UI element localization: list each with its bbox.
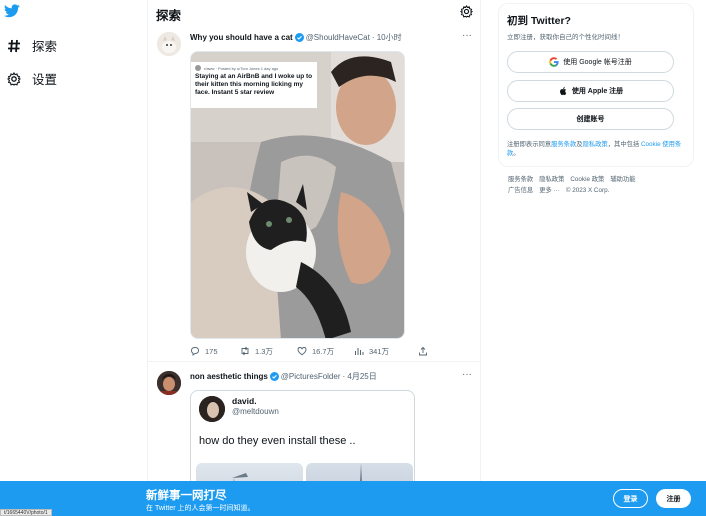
signup-title: 初到 Twitter? bbox=[507, 15, 571, 27]
more-options-icon[interactable]: ··· bbox=[462, 30, 472, 41]
page-title: 探索 bbox=[156, 9, 182, 23]
reply-button[interactable]: 175 bbox=[190, 346, 218, 356]
tweet-time[interactable]: · 10小时 bbox=[372, 32, 402, 43]
retweet-count: 1.3万 bbox=[255, 346, 273, 356]
nav-settings-label: 设置 bbox=[32, 73, 58, 87]
footer-links: 服务条款 隐私政策 Cookie 政策 辅助功能 广告信息 更多 ··· © 2023 X… bbox=[508, 174, 688, 196]
google-signup-button[interactable]: 使用 Google 帐号注册 bbox=[507, 51, 674, 73]
footer-link-privacy[interactable]: 隐私政策 bbox=[539, 176, 564, 183]
quoted-avatar[interactable] bbox=[199, 396, 225, 422]
quoted-text: how do they even install these .. bbox=[199, 435, 356, 447]
hashtag-icon bbox=[6, 38, 22, 54]
author-handle[interactable]: @PicturesFolder bbox=[281, 372, 341, 381]
views-count: 341万 bbox=[369, 346, 390, 356]
google-icon bbox=[549, 57, 559, 67]
footer-link-ads[interactable]: 广告信息 bbox=[508, 187, 533, 194]
reply-count: 175 bbox=[205, 346, 218, 356]
tweet-time[interactable]: · 4月25日 bbox=[343, 371, 377, 382]
signup-subtitle: 立即注册，获取你自己的个性化时间线！ bbox=[507, 34, 624, 41]
footer-link-cookie[interactable]: Cookie 政策 bbox=[570, 176, 604, 183]
retweet-button[interactable]: 1.3万 bbox=[240, 346, 273, 357]
footer-link-more[interactable]: 更多 ··· bbox=[539, 187, 560, 194]
google-signup-label: 使用 Google 帐号注册 bbox=[563, 59, 632, 66]
verified-badge-icon bbox=[269, 372, 279, 381]
avatar[interactable] bbox=[157, 371, 181, 395]
left-nav: 探索 设置 bbox=[0, 0, 148, 516]
terms-prefix: 注册即表示同意 bbox=[507, 141, 552, 148]
terms-mid: ，其中包括 bbox=[607, 141, 641, 148]
bottom-bar-title: 新鲜事一网打尽 bbox=[146, 490, 227, 502]
bottom-bar-subtitle: 在 Twitter 上的人会第一时间知道。 bbox=[146, 505, 255, 512]
footer-link-accessibility[interactable]: 辅助功能 bbox=[610, 176, 635, 183]
footer-link-terms[interactable]: 服务条款 bbox=[508, 176, 533, 183]
embedded-post-user-text: r/aww · Posted by u/Tom Jones 1 day ago bbox=[204, 65, 279, 71]
more-options-icon[interactable]: ··· bbox=[462, 369, 472, 380]
footer-copyright: © 2023 X Corp. bbox=[565, 187, 610, 194]
retweet-icon bbox=[241, 346, 249, 356]
signup-button[interactable]: 注册 bbox=[656, 489, 691, 508]
explore-timeline: 探索 Why you should have a cat @ShouldHave… bbox=[147, 0, 481, 516]
create-account-button[interactable]: 创建账号 bbox=[507, 108, 674, 130]
views-chart-icon bbox=[355, 348, 364, 355]
tweet-header: non aesthetic things @PicturesFolder · 4… bbox=[190, 371, 377, 382]
tweet-header: Why you should have a cat @ShouldHaveCat… bbox=[190, 32, 402, 43]
nav-explore[interactable]: 探索 bbox=[6, 36, 57, 55]
quoted-author-handle: @meltdouwn bbox=[232, 407, 279, 416]
twitter-bird-icon[interactable] bbox=[4, 4, 20, 18]
apple-signup-label: 使用 Apple 注册 bbox=[571, 88, 624, 95]
settings-gear-icon[interactable] bbox=[460, 5, 473, 18]
like-count: 16.7万 bbox=[312, 346, 335, 356]
create-account-label: 创建账号 bbox=[576, 116, 605, 123]
signup-terms: 注册即表示同意服务条款及隐私政策，其中包括 Cookie 使用条款。 bbox=[507, 140, 687, 158]
reply-icon bbox=[191, 347, 199, 356]
author-name[interactable]: non aesthetic things bbox=[190, 372, 268, 381]
privacy-policy-link[interactable]: 隐私政策 bbox=[583, 141, 608, 148]
embedded-post-card: r/aww · Posted by u/Tom Jones 1 day ago … bbox=[191, 62, 317, 108]
signup-panel: 初到 Twitter? 立即注册，获取你自己的个性化时间线！ 使用 Google… bbox=[498, 3, 694, 167]
tweet[interactable]: Why you should have a cat @ShouldHaveCat… bbox=[148, 26, 481, 362]
terms-of-service-link[interactable]: 服务条款 bbox=[551, 141, 576, 148]
avatar[interactable] bbox=[157, 32, 181, 56]
nav-explore-label: 探索 bbox=[32, 40, 58, 54]
embedded-post-user: r/aww · Posted by u/Tom Jones 1 day ago bbox=[195, 65, 313, 71]
tweet-photo[interactable]: r/aww · Posted by u/Tom Jones 1 day ago … bbox=[190, 51, 405, 339]
status-bar-url: t/1665440V/photo/1 bbox=[0, 509, 52, 516]
login-button[interactable]: 登录 bbox=[613, 489, 648, 508]
like-button[interactable]: 16.7万 bbox=[297, 346, 334, 357]
quoted-author-name: david. bbox=[232, 396, 257, 406]
share-button[interactable] bbox=[418, 346, 428, 356]
heart-icon bbox=[297, 347, 307, 356]
apple-icon bbox=[558, 86, 568, 96]
bottom-signup-bar: 新鲜事一网打尽 在 Twitter 上的人会第一时间知道。 登录 注册 bbox=[0, 481, 706, 516]
views-button[interactable]: 341万 bbox=[354, 346, 389, 357]
nav-settings[interactable]: 设置 bbox=[6, 69, 57, 88]
author-handle[interactable]: @ShouldHaveCat bbox=[306, 33, 370, 42]
share-icon bbox=[419, 346, 427, 356]
tweet-actions: 175 1.3万 16.7万 341万 bbox=[190, 344, 430, 358]
verified-badge-icon bbox=[294, 33, 304, 42]
apple-signup-button[interactable]: 使用 Apple 注册 bbox=[507, 80, 674, 102]
author-name[interactable]: Why you should have a cat bbox=[190, 33, 293, 42]
terms-end: 。 bbox=[513, 150, 520, 157]
gear-icon bbox=[6, 71, 22, 87]
embedded-post-text: Staying at an AirBnB and I woke up to th… bbox=[195, 73, 313, 96]
